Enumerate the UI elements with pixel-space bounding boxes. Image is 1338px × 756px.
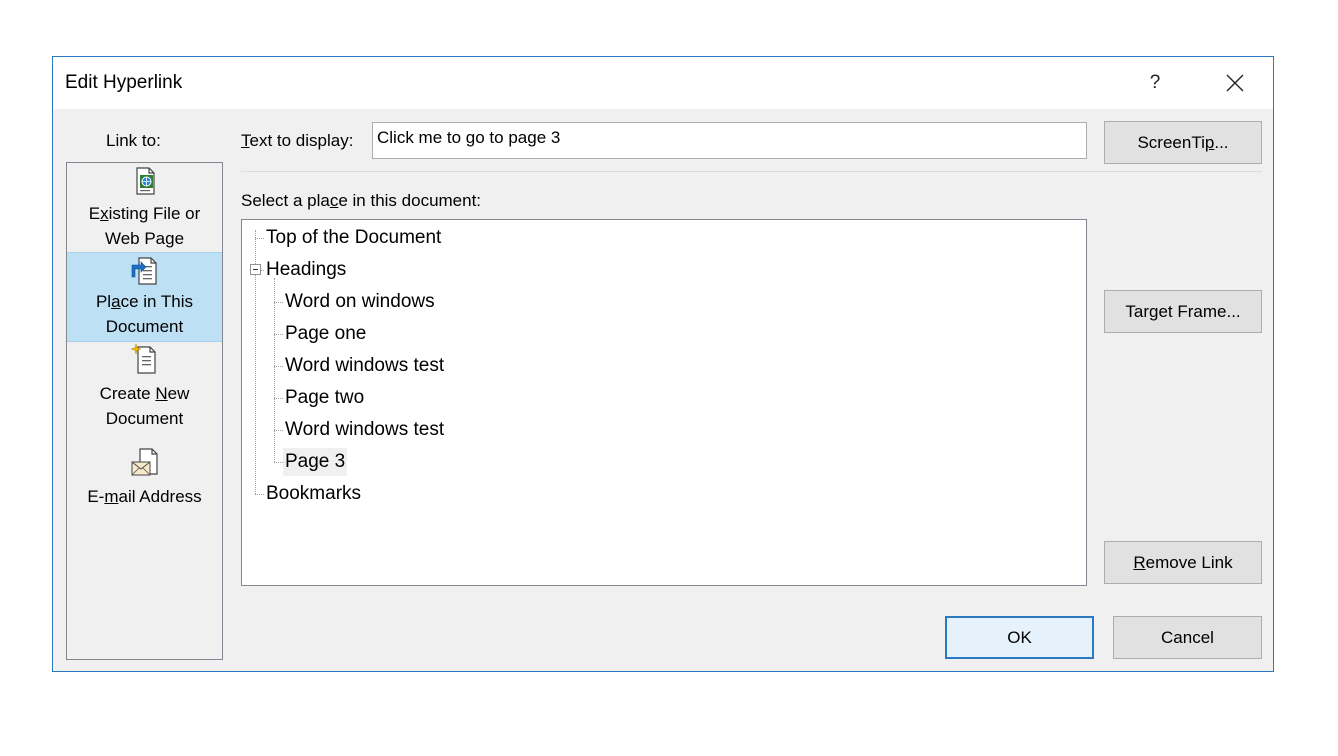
title-bar: Edit Hyperlink ?: [53, 57, 1273, 109]
tree-item-top-of-document[interactable]: Top of the Document: [264, 224, 443, 252]
tree-item-heading-selected[interactable]: Page 3: [283, 448, 348, 476]
separator: [241, 171, 1262, 172]
tree-item-heading[interactable]: Word windows test: [283, 352, 446, 380]
new-document-icon: [129, 343, 156, 374]
link-to-place-in-document[interactable]: Place in This Document: [67, 252, 222, 342]
tree-connector: [255, 238, 264, 240]
tree-connector: [274, 462, 283, 464]
create-new-label-line2: Document: [105, 409, 184, 428]
ok-button[interactable]: OK: [945, 616, 1094, 659]
tree-item-headings[interactable]: Headings: [264, 256, 348, 284]
tree-item-heading[interactable]: Page two: [283, 384, 366, 412]
link-to-panel: Existing File or Web Page Place in This …: [66, 162, 223, 660]
link-to-email-address[interactable]: E-mail Address: [67, 446, 222, 506]
edit-hyperlink-dialog: Edit Hyperlink ? Link to: Existing File …: [52, 56, 1274, 672]
target-frame-button[interactable]: Target Frame...: [1104, 290, 1262, 333]
link-to-create-new-document[interactable]: Create New Document: [67, 343, 222, 429]
text-to-display-label: Text to display:: [241, 131, 354, 150]
tree-connector: [274, 430, 283, 432]
existing-file-label-line2: Web Page: [104, 229, 185, 248]
tree-connector: [274, 278, 276, 462]
tree-connector: [274, 334, 283, 336]
screentip-button[interactable]: ScreenTip...: [1104, 121, 1262, 164]
cancel-button[interactable]: Cancel: [1113, 616, 1262, 659]
tree-item-heading[interactable]: Word windows test: [283, 416, 446, 444]
link-to-label: Link to:: [106, 131, 161, 150]
remove-link-button[interactable]: Remove Link: [1104, 541, 1262, 584]
dialog-title: Edit Hyperlink: [65, 72, 183, 93]
tree-item-bookmarks[interactable]: Bookmarks: [264, 480, 363, 508]
select-place-label: Select a place in this document:: [241, 191, 482, 210]
place-in-document-label-line1: Place in This: [95, 292, 194, 311]
help-button[interactable]: ?: [1138, 65, 1172, 101]
tree-item-heading[interactable]: Word on windows: [283, 288, 437, 316]
text-to-display-input[interactable]: Click me to go to page 3: [372, 122, 1087, 159]
email-icon: [130, 448, 158, 476]
tree-connector: [274, 398, 283, 400]
close-icon: [1226, 74, 1244, 92]
place-in-document-label-line2: Document: [105, 317, 184, 336]
collapse-headings-icon[interactable]: [250, 264, 261, 275]
tree-connector: [255, 494, 264, 496]
document-places-tree[interactable]: Top of the Document Headings Word on win…: [241, 219, 1087, 586]
tree-connector: [274, 366, 283, 368]
link-to-existing-file[interactable]: Existing File or Web Page: [67, 165, 222, 249]
email-label-line1: E-mail Address: [87, 487, 202, 506]
place-in-document-icon: [131, 257, 157, 285]
close-button[interactable]: [1213, 65, 1257, 101]
tree-connector: [274, 302, 283, 304]
existing-file-label-line1: Existing File or: [88, 204, 201, 223]
create-new-label-line1: Create New: [99, 384, 190, 403]
existing-file-icon: [135, 167, 155, 195]
tree-item-heading[interactable]: Page one: [283, 320, 368, 348]
